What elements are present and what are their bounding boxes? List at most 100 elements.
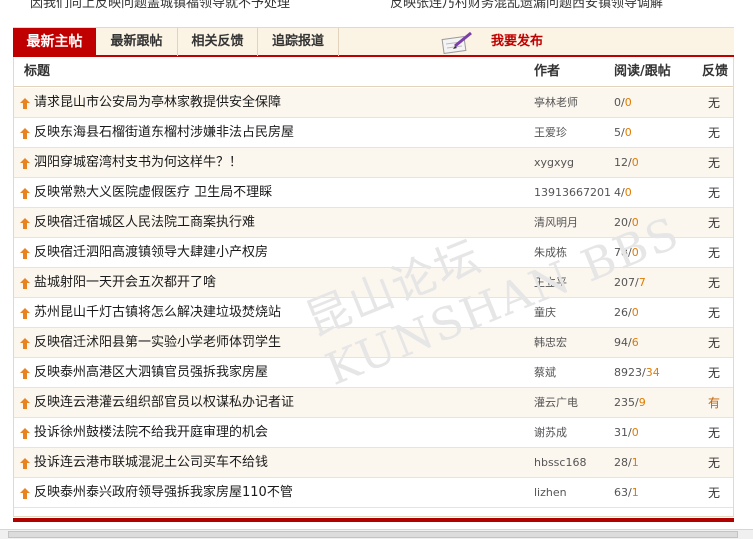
post-author[interactable]: 灌云广电	[534, 388, 578, 418]
post-author[interactable]: lizhen	[534, 478, 567, 508]
tab-follow-up-reports[interactable]: 追踪报道	[258, 28, 339, 56]
post-author[interactable]: 王爱珍	[534, 118, 567, 148]
feedback-status: 无	[708, 186, 721, 200]
read-count: 5	[614, 126, 621, 139]
table-row: 泗阳穿城窑湾村支书为何这样牛？！ xygxyg 12/0 无	[14, 148, 733, 178]
read-count: 28	[614, 456, 628, 469]
post-stats: 63/1	[614, 486, 639, 499]
post-title-link[interactable]: 反映泰州高港区大泗镇官员强拆我家房屋	[34, 358, 268, 388]
post-author[interactable]: hbssc168	[534, 448, 586, 478]
reply-count: 9	[638, 396, 646, 409]
feedback-status: 无	[708, 366, 721, 380]
post-title-link[interactable]: 反映宿迁宿城区人民法院工商案执行难	[34, 208, 255, 238]
read-count: 0	[614, 96, 621, 109]
reply-count: 0	[624, 186, 632, 199]
tab-latest-posts[interactable]: 最新主帖	[13, 28, 96, 56]
post-title-link[interactable]: 反映东海县石榴街道东榴村涉嫌非法占民房屋	[34, 118, 294, 148]
post-author[interactable]: 朱成栋	[534, 238, 567, 268]
post-title-link[interactable]: 反映泰州泰兴政府领导强拆我家房屋110不管	[34, 478, 293, 508]
feedback-status: 无	[708, 96, 721, 110]
post-author[interactable]: xygxyg	[534, 148, 574, 178]
table-row: 反映宿迁宿城区人民法院工商案执行难 清风明月 20/0 无	[14, 208, 733, 238]
column-feedback: 反馈	[702, 64, 729, 79]
top-link-right[interactable]: 反映张连乃村财务混乱遗漏问题西安镇领导调解	[390, 0, 663, 10]
post-title-link[interactable]: 反映连云港灌云组织部官员以权谋私办记者证	[34, 388, 294, 418]
up-arrow-icon	[20, 488, 30, 499]
post-stats: 8923/34	[614, 366, 660, 379]
reply-count: 0	[631, 246, 639, 259]
post-title-link[interactable]: 反映常熟大义医院虚假医疗 卫生局不理睬	[34, 178, 272, 208]
feedback-status: 无	[708, 276, 721, 290]
post-title-link[interactable]: 盐城射阳一天开会五次都开了啥	[34, 268, 216, 298]
post-title-link[interactable]: 反映宿迁泗阳高渡镇领导大肆建小产权房	[34, 238, 268, 268]
feedback-status: 无	[708, 246, 721, 260]
post-title-link[interactable]: 苏州昆山千灯古镇将怎么解决建垃圾焚烧站	[34, 298, 281, 328]
post-stats: 28/1	[614, 456, 639, 469]
feedback-status: 无	[708, 216, 721, 230]
up-arrow-icon	[20, 398, 30, 409]
tab-latest-replies[interactable]: 最新跟帖	[96, 28, 178, 56]
panel-bottom-bar	[13, 518, 734, 522]
table-row: 盐城射阳一天开会五次都开了啥 王立平 207/7 无	[14, 268, 733, 298]
reply-count: 1	[631, 456, 639, 469]
table-row: 苏州昆山千灯古镇将怎么解决建垃圾焚烧站 童庆 26/0 无	[14, 298, 733, 328]
up-arrow-icon	[20, 338, 30, 349]
read-count: 207	[614, 276, 635, 289]
table-row: 反映泰州高港区大泗镇官员强拆我家房屋 蔡斌 8923/34 无	[14, 358, 733, 388]
up-arrow-icon	[20, 368, 30, 379]
pen-notepad-icon	[441, 31, 472, 54]
post-author[interactable]: 王立平	[534, 268, 567, 298]
feedback-status: 有	[708, 396, 721, 410]
feedback-status: 无	[708, 336, 721, 350]
read-count: 31	[614, 426, 628, 439]
publish-button[interactable]: 我要发布	[431, 28, 551, 56]
up-arrow-icon	[20, 158, 30, 169]
reply-count: 0	[631, 156, 639, 169]
reply-count: 34	[645, 366, 660, 379]
post-stats: 78/0	[614, 246, 639, 259]
scrollbar-thumb[interactable]	[8, 531, 738, 538]
read-count: 78	[614, 246, 628, 259]
reply-count: 7	[638, 276, 646, 289]
post-stats: 5/0	[614, 126, 632, 139]
post-title-link[interactable]: 反映宿迁沭阳县第一实验小学老师体罚学生	[34, 328, 281, 358]
up-arrow-icon	[20, 248, 30, 259]
feedback-status: 无	[708, 426, 721, 440]
reply-count: 6	[631, 336, 639, 349]
reply-count: 0	[624, 96, 632, 109]
column-reads-replies: 阅读/跟帖	[614, 64, 671, 79]
post-stats: 31/0	[614, 426, 639, 439]
tab-related-feedback[interactable]: 相关反馈	[178, 28, 258, 56]
post-author[interactable]: 清风明月	[534, 208, 578, 238]
post-title-link[interactable]: 投诉连云港市联城混泥土公司买车不给钱	[34, 448, 268, 478]
read-count: 26	[614, 306, 628, 319]
post-stats: 26/0	[614, 306, 639, 319]
top-link-left[interactable]: 因我们向上反映问题盖城镇福领导就不予处理	[30, 0, 290, 10]
table-row: 投诉徐州鼓楼法院不给我开庭审理的机会 谢苏成 31/0 无	[14, 418, 733, 448]
table-row: 反映宿迁沭阳县第一实验小学老师体罚学生 韩忠宏 94/6 无	[14, 328, 733, 358]
post-author[interactable]: 亭林老师	[534, 88, 578, 118]
read-count: 8923	[614, 366, 642, 379]
post-author[interactable]: 谢苏成	[534, 418, 567, 448]
up-arrow-icon	[20, 428, 30, 439]
read-count: 94	[614, 336, 628, 349]
post-title-link[interactable]: 投诉徐州鼓楼法院不给我开庭审理的机会	[34, 418, 268, 448]
post-title-link[interactable]: 请求昆山市公安局为亭林家教提供安全保障	[34, 88, 281, 118]
up-arrow-icon	[20, 128, 30, 139]
post-stats: 94/6	[614, 336, 639, 349]
post-author[interactable]: 童庆	[534, 298, 556, 328]
read-count: 12	[614, 156, 628, 169]
publish-label: 我要发布	[491, 34, 544, 49]
post-title-link[interactable]: 泗阳穿城窑湾村支书为何这样牛？！	[34, 148, 242, 178]
horizontal-scrollbar[interactable]	[0, 529, 753, 539]
post-author[interactable]: 蔡斌	[534, 358, 556, 388]
up-arrow-icon	[20, 188, 30, 199]
up-arrow-icon	[20, 278, 30, 289]
tab-bar: 最新主帖 最新跟帖 相关反馈 追踪报道 我要发布	[13, 27, 734, 57]
post-stats: 4/0	[614, 186, 632, 199]
post-author[interactable]: 13913667201	[534, 178, 611, 208]
read-count: 20	[614, 216, 628, 229]
reply-count: 0	[624, 126, 632, 139]
post-stats: 0/0	[614, 96, 632, 109]
post-author[interactable]: 韩忠宏	[534, 328, 567, 358]
